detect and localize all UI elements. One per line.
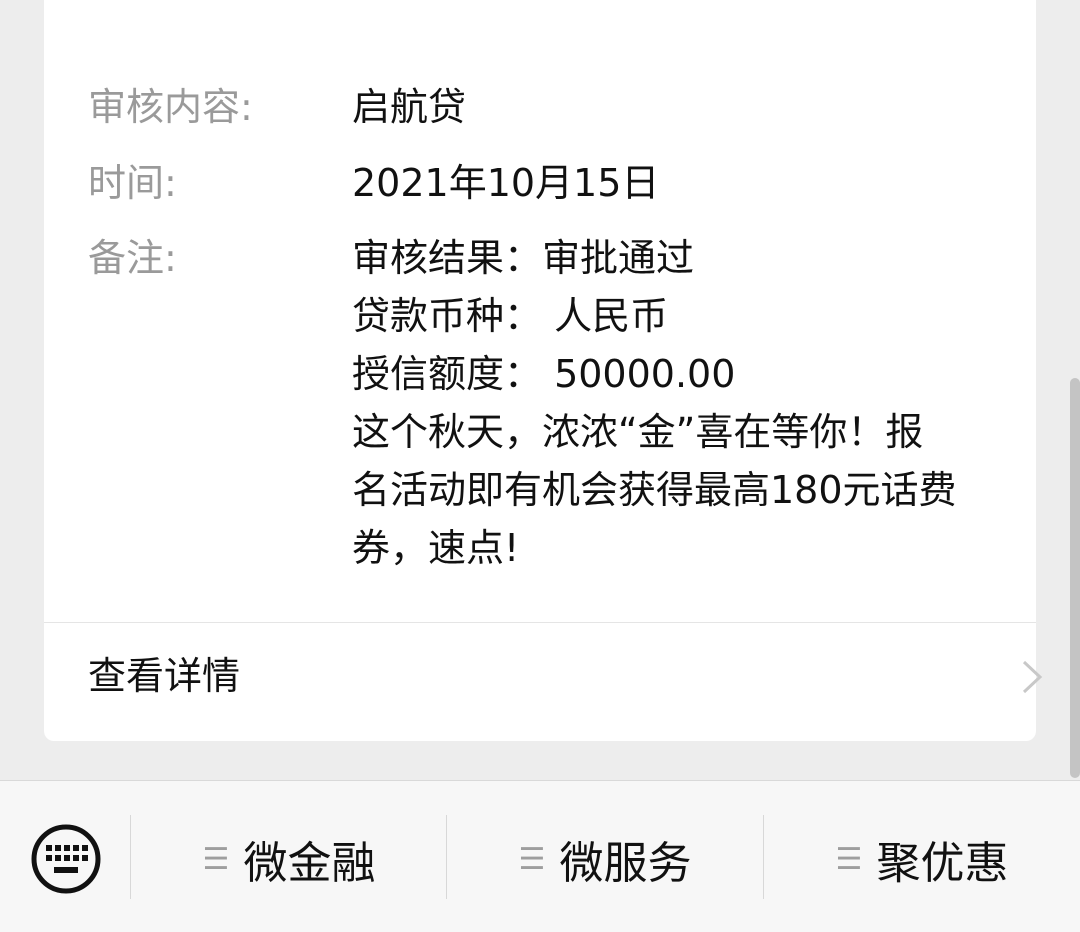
menu-item-label: 微服务 [559, 838, 692, 889]
menu-item-label: 聚优惠 [876, 838, 1009, 889]
remark-line: 授信额度： 50000.00 [352, 352, 736, 396]
remark-line: 名活动即有机会获得最高180元话费 [352, 468, 957, 512]
chevron-right-icon[interactable] [1016, 658, 1046, 696]
remark-label: 备注: [88, 236, 177, 280]
scrollbar[interactable] [1070, 378, 1080, 778]
menu-item-label: 微金融 [243, 838, 376, 889]
message-card: 审核内容: 启航贷 时间: 2021年10月15日 备注: 审核结果：审批通过 … [44, 0, 1043, 741]
remark-line: 审核结果：审批通过 [352, 236, 695, 280]
remark-line: 券，速点! [352, 526, 520, 570]
menu-item-wei-jinrong[interactable]: ☰ 微金融 [131, 821, 447, 897]
remark-value: 审核结果：审批通过 贷款币种： 人民币 授信额度： 50000.00 这个秋天，… [352, 229, 1012, 577]
menu-item-ju-youhui[interactable]: ☰ 聚优惠 [764, 821, 1080, 897]
remark-line: 贷款币种： 人民币 [352, 294, 669, 338]
content-label: 审核内容: [88, 85, 253, 129]
menu-lines-icon: ☰ [518, 841, 546, 877]
content-value: 启航贷 [352, 85, 467, 129]
menu-lines-icon: ☰ [202, 841, 230, 877]
time-value: 2021年10月15日 [352, 161, 660, 205]
keyboard-icon[interactable] [30, 823, 102, 895]
bottom-menu-bar: ☰ 微金融 ☰ 微服务 ☰ 聚优惠 [0, 780, 1080, 932]
menu-lines-icon: ☰ [835, 841, 863, 877]
view-details-link[interactable]: 查看详情 [88, 652, 240, 700]
divider [44, 622, 1036, 623]
menu-item-wei-fuwu[interactable]: ☰ 微服务 [447, 821, 763, 897]
time-label: 时间: [88, 161, 177, 205]
remark-line: 这个秋天，浓浓“金”喜在等你！报 [352, 410, 924, 454]
